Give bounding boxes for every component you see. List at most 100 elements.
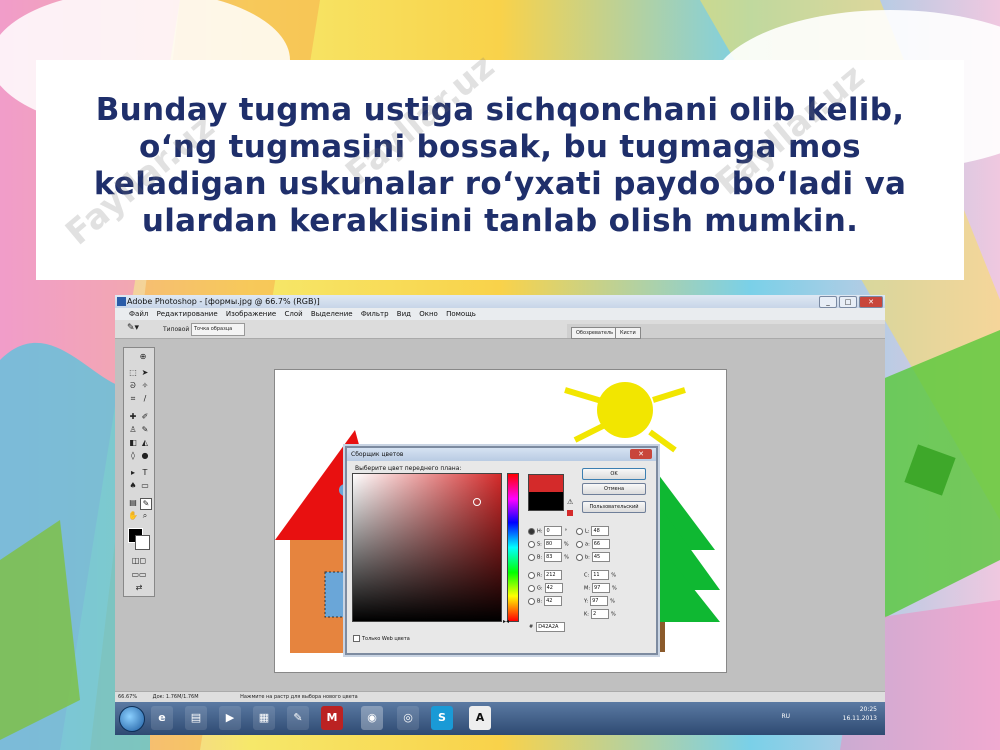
skype-icon[interactable]: S bbox=[431, 706, 453, 730]
field-blue[interactable]: B: 42 bbox=[528, 596, 564, 606]
sample-size-select[interactable]: Точка образца bbox=[191, 323, 245, 336]
radio-icon[interactable] bbox=[576, 553, 583, 561]
magic-wand-icon[interactable]: ✧ bbox=[140, 381, 150, 391]
photoshop-icon[interactable]: ◉ bbox=[361, 706, 383, 730]
radio-icon[interactable] bbox=[576, 527, 583, 535]
toolbox-header-icon: ⊕ bbox=[139, 352, 147, 361]
history-brush-icon[interactable]: ✎ bbox=[140, 425, 150, 435]
field-b[interactable]: B: 83% bbox=[528, 552, 569, 562]
caption-line: ulardan keraklisini tanlab olish mumkin. bbox=[141, 203, 859, 239]
menu-file[interactable]: Файл bbox=[129, 310, 148, 318]
ie-icon[interactable]: e bbox=[151, 706, 173, 730]
tab-navigator[interactable]: Обозреватель bbox=[571, 327, 619, 339]
language-indicator[interactable]: RU bbox=[781, 713, 790, 720]
menu-view[interactable]: Вид bbox=[397, 310, 411, 318]
field-l[interactable]: L: 48 bbox=[576, 526, 611, 536]
slice-tool-icon[interactable]: / bbox=[140, 394, 150, 404]
field-a[interactable]: a: 66 bbox=[576, 539, 612, 549]
menu-layer[interactable]: Слой bbox=[284, 310, 302, 318]
field-lab-b[interactable]: b: 45 bbox=[576, 552, 612, 562]
toolbox: ⊕ ⬚ ➤ ᘐ ✧ ⌗ / ✚ ✐ ♙ ✎ ◧ ◭ ◊ ● ▸ T ♠ ▭ ▤ … bbox=[123, 347, 155, 597]
pen-tool-icon[interactable]: ♠ bbox=[128, 481, 138, 491]
path-select-icon[interactable]: ▸ bbox=[128, 468, 138, 478]
picker-ring-icon bbox=[473, 498, 481, 506]
radio-icon[interactable] bbox=[528, 597, 535, 605]
folder-icon[interactable]: ▤ bbox=[185, 706, 207, 730]
apps-icon[interactable]: ▦ bbox=[253, 706, 275, 730]
quick-mask-icon[interactable]: ◫◻ bbox=[128, 556, 150, 566]
dodge-tool-icon[interactable]: ● bbox=[140, 451, 150, 461]
clock[interactable]: 20:25 16.11.2013 bbox=[843, 705, 877, 723]
font-icon[interactable]: A bbox=[469, 706, 491, 730]
menu-select[interactable]: Выделение bbox=[311, 310, 353, 318]
lasso-tool-icon[interactable]: ᘐ bbox=[128, 381, 138, 391]
bucket-tool-icon[interactable]: ◭ bbox=[140, 438, 150, 448]
crop-tool-icon[interactable]: ⌗ bbox=[128, 394, 138, 404]
field-y[interactable]: Y: 97% bbox=[584, 596, 615, 606]
ok-button[interactable]: OK bbox=[582, 468, 646, 480]
hue-pointer-icon[interactable]: ▸◂ bbox=[503, 618, 509, 625]
cancel-button[interactable]: Отмена bbox=[582, 483, 646, 495]
field-m[interactable]: M: 97% bbox=[584, 583, 617, 593]
zoom-level[interactable]: 66.67% bbox=[118, 694, 137, 700]
menu-window[interactable]: Окно bbox=[419, 310, 438, 318]
zoom-tool-icon[interactable]: ⌕ bbox=[140, 511, 150, 521]
notes-tool-icon[interactable]: ▤ bbox=[128, 498, 138, 508]
jump-to-imageready-icon[interactable]: ⇄ bbox=[128, 583, 150, 593]
options-bar: ✎▾ Типовой размер: Точка образца Обозрев… bbox=[115, 320, 885, 339]
chrome-icon[interactable]: ◎ bbox=[397, 706, 419, 730]
brush-tool-icon[interactable]: ✐ bbox=[140, 412, 150, 422]
eraser-tool-icon[interactable]: ◧ bbox=[128, 438, 138, 448]
media-icon[interactable]: ▶ bbox=[219, 706, 241, 730]
gamut-warning-icon[interactable]: ⚠ bbox=[567, 498, 573, 506]
radio-icon[interactable] bbox=[528, 527, 535, 535]
eyedropper-icon[interactable]: ✎▾ bbox=[127, 323, 139, 333]
field-c[interactable]: C: 11% bbox=[584, 570, 616, 580]
hex-field[interactable]: # D42A2A bbox=[529, 622, 566, 632]
background-color-swatch[interactable] bbox=[135, 535, 150, 550]
minimize-button[interactable]: _ bbox=[819, 296, 837, 308]
stamp-tool-icon[interactable]: ♙ bbox=[128, 425, 138, 435]
shape-tool-icon[interactable]: ▭ bbox=[140, 481, 150, 491]
taskbar: e ▤ ▶ ▦ ✎ M ◉ ◎ S A RU 20:25 16.11.2013 bbox=[115, 702, 885, 735]
type-tool-icon[interactable]: T bbox=[140, 468, 150, 478]
healing-brush-icon[interactable]: ✚ bbox=[128, 412, 138, 422]
paint-icon[interactable]: ✎ bbox=[287, 706, 309, 730]
radio-icon[interactable] bbox=[528, 553, 535, 561]
hue-slider[interactable] bbox=[507, 473, 519, 622]
menu-bar: Файл Редактирование Изображение Слой Выд… bbox=[115, 308, 885, 320]
field-g[interactable]: G: 42 bbox=[528, 583, 565, 593]
eyedropper-tool-icon[interactable]: ✎ bbox=[140, 498, 152, 510]
radio-icon[interactable] bbox=[528, 540, 535, 548]
doc-size: Док: 1.76M/1.76M bbox=[152, 694, 199, 700]
start-button[interactable] bbox=[119, 706, 145, 732]
field-k[interactable]: K: 2% bbox=[584, 609, 616, 619]
palette-well: Обозреватель Кисти bbox=[567, 324, 885, 339]
blur-tool-icon[interactable]: ◊ bbox=[128, 451, 138, 461]
move-tool-icon[interactable]: ➤ bbox=[140, 368, 150, 378]
dialog-close-button[interactable]: ✕ bbox=[630, 449, 652, 459]
maximize-button[interactable]: □ bbox=[839, 296, 857, 308]
field-s[interactable]: S: 80% bbox=[528, 539, 569, 549]
web-only-checkbox[interactable]: Только Web цвета bbox=[353, 635, 410, 642]
close-button[interactable]: ✕ bbox=[859, 296, 883, 308]
menu-filter[interactable]: Фильтр bbox=[361, 310, 389, 318]
menu-image[interactable]: Изображение bbox=[226, 310, 276, 318]
color-field[interactable] bbox=[352, 473, 502, 622]
radio-icon[interactable] bbox=[576, 540, 583, 548]
menu-edit[interactable]: Редактирование bbox=[157, 310, 218, 318]
radio-icon[interactable] bbox=[528, 571, 535, 579]
field-r[interactable]: R: 212 bbox=[528, 570, 564, 580]
custom-colors-button[interactable]: Пользовательский bbox=[582, 501, 646, 513]
workspace: ⊕ ⬚ ➤ ᘐ ✧ ⌗ / ✚ ✐ ♙ ✎ ◧ ◭ ◊ ● ▸ T ♠ ▭ ▤ … bbox=[115, 339, 885, 691]
marquee-tool-icon[interactable]: ⬚ bbox=[128, 368, 138, 378]
menu-help[interactable]: Помощь bbox=[446, 310, 476, 318]
hand-tool-icon[interactable]: ✋ bbox=[128, 511, 138, 521]
radio-icon[interactable] bbox=[528, 584, 535, 592]
dialog-prompt: Выберите цвет переднего плана: bbox=[355, 465, 462, 472]
tab-brushes[interactable]: Кисти bbox=[615, 327, 641, 339]
screen-mode-icon[interactable]: ▭▭ bbox=[128, 570, 150, 580]
field-h[interactable]: H: 0 ° bbox=[528, 526, 567, 536]
web-safe-swatch[interactable] bbox=[567, 510, 573, 516]
antivirus-icon[interactable]: M bbox=[321, 706, 343, 730]
